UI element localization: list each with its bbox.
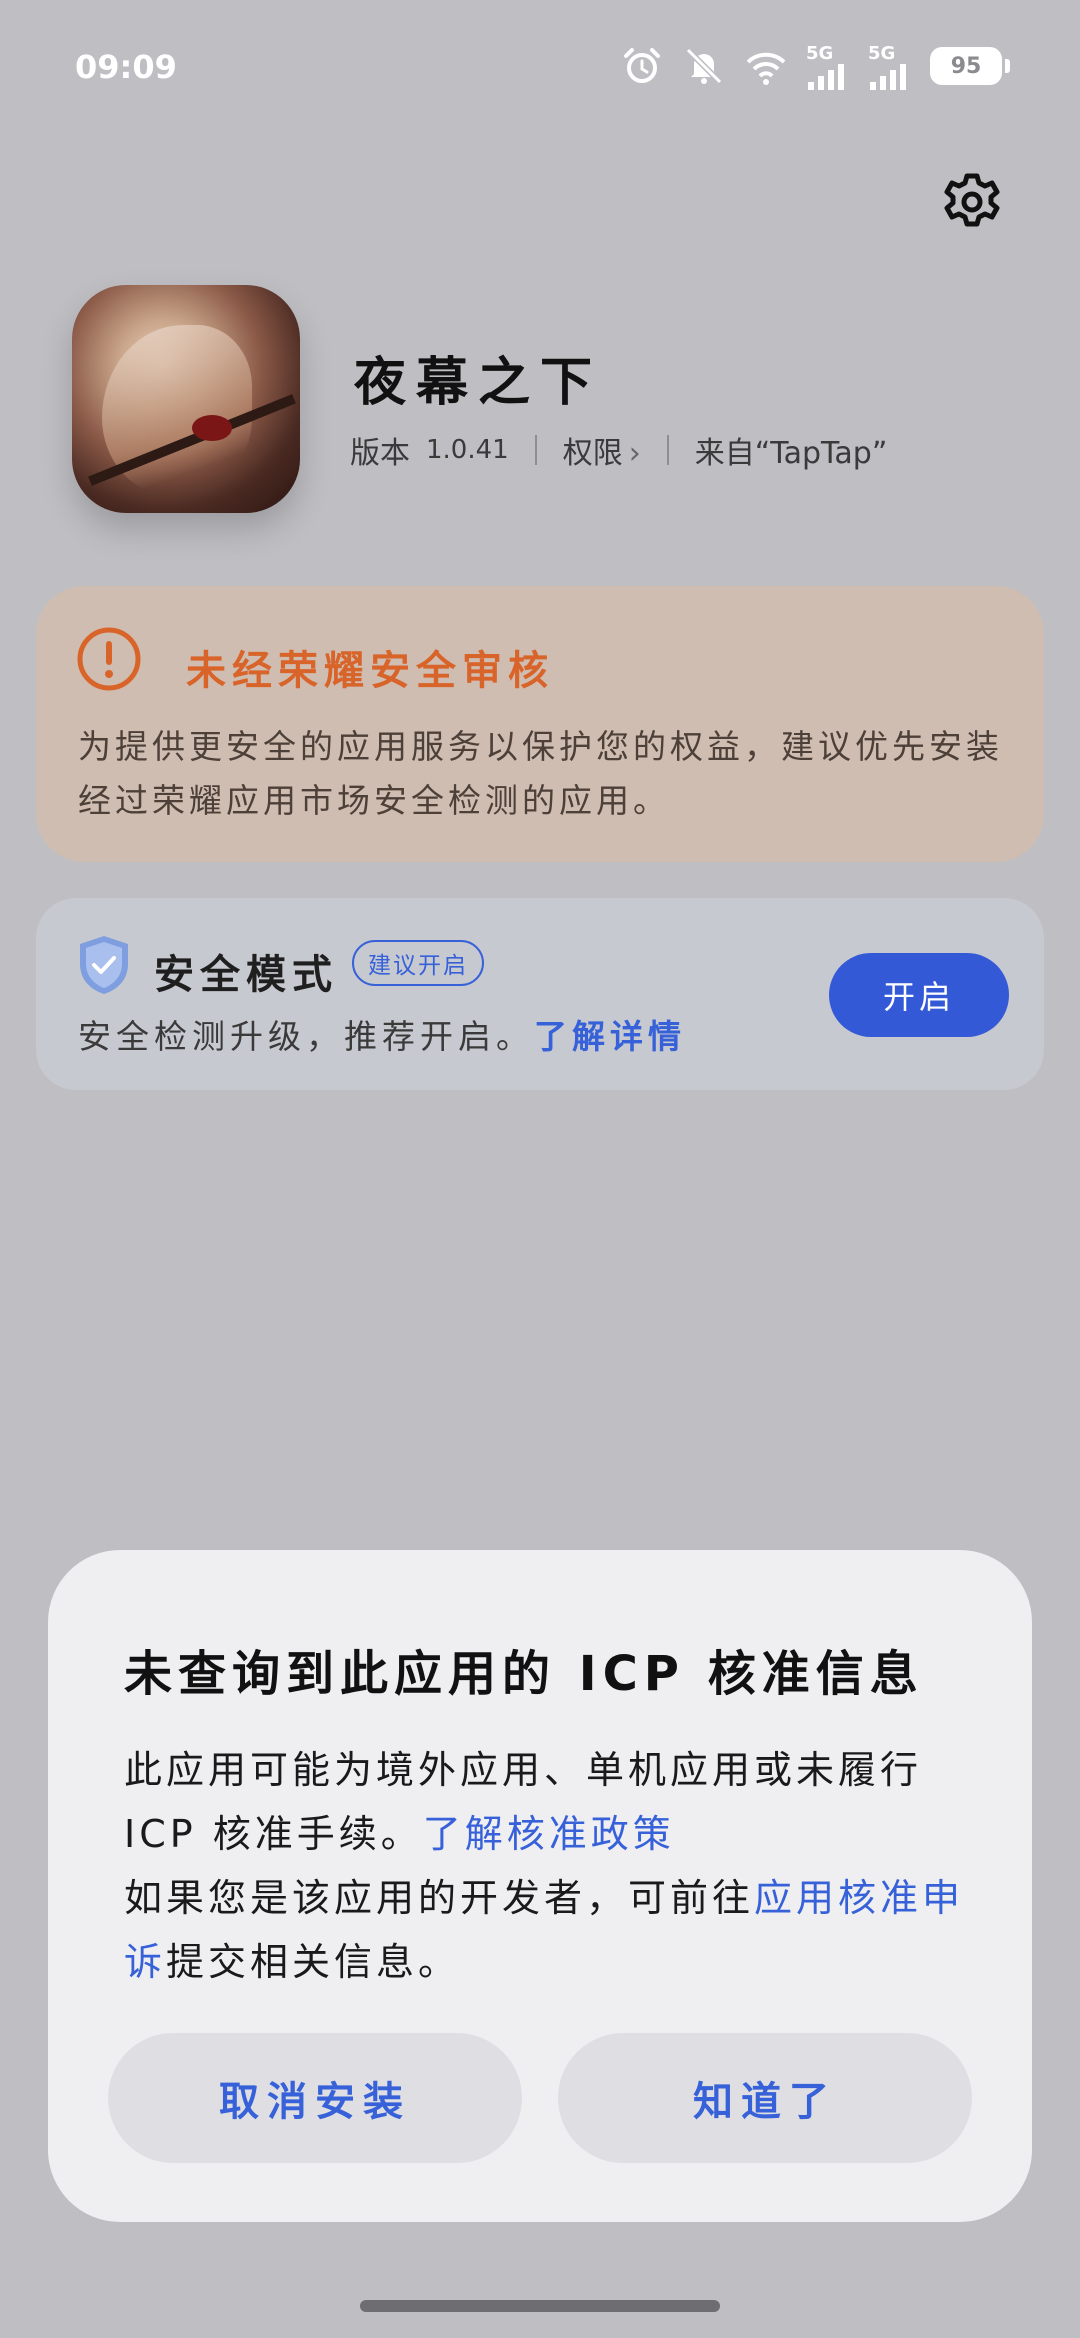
got-it-button[interactable]: 知道了: [558, 2033, 972, 2163]
icp-dialog: 未查询到此应用的 ICP 核准信息 此应用可能为境外应用、单机应用或未履行 IC…: [48, 1550, 1032, 2222]
network-type-label: 5G: [806, 42, 834, 64]
mute-bell-icon: [685, 47, 723, 85]
recommend-badge: 建议开启: [352, 940, 484, 986]
version-value: 1.0.41: [426, 435, 509, 465]
network-type-label: 5G: [868, 42, 896, 64]
security-warning-card: 未经荣耀安全审核 为提供更安全的应用服务以保护您的权益，建议优先安装经过荣耀应用…: [36, 586, 1044, 862]
signal-bars-icon: [808, 63, 844, 90]
chevron-right-icon: ›: [628, 436, 641, 471]
app-icon-art: [192, 415, 232, 441]
enable-safe-mode-button[interactable]: 开启: [829, 953, 1009, 1037]
app-source: 来自“TapTap”: [694, 436, 888, 471]
app-icon: [72, 285, 300, 513]
signal-1: 5G: [806, 43, 850, 90]
dialog-body: 此应用可能为境外应用、单机应用或未履行 ICP 核准手续。了解核准政策 如果您是…: [124, 1738, 984, 1994]
alarm-icon: [624, 48, 660, 83]
divider: [534, 435, 537, 465]
gear-icon[interactable]: [940, 170, 1004, 234]
divider: [666, 435, 669, 465]
safe-mode-title: 安全模式: [154, 952, 338, 998]
learn-more-link[interactable]: 了解详情: [534, 1017, 686, 1056]
warning-body: 为提供更安全的应用服务以保护您的权益，建议优先安装经过荣耀应用市场安全检测的应用…: [78, 727, 1003, 820]
status-bar: 09:09 5G 5G 95: [0, 0, 1080, 136]
home-indicator[interactable]: [360, 2300, 720, 2312]
signal-bars-icon: [870, 63, 906, 90]
battery-indicator: 95: [930, 47, 1010, 85]
app-name: 夜幕之下: [354, 353, 603, 413]
app-meta: 版本 1.0.41 权限 › 来自“TapTap”: [350, 428, 887, 472]
shield-check-icon: [80, 936, 128, 994]
wifi-icon: [746, 52, 786, 85]
permissions-label: 权限: [562, 436, 623, 471]
permissions-link[interactable]: 权限 ›: [563, 428, 641, 472]
dialog-title: 未查询到此应用的 ICP 核准信息: [124, 1646, 924, 1702]
safe-mode-card: 安全模式 建议开启 安全检测升级，推荐开启。了解详情 开启: [36, 898, 1044, 1090]
safe-mode-desc: 安全检测升级，推荐开启。了解详情: [78, 1010, 686, 1058]
status-time: 09:09: [75, 48, 177, 86]
dialog-body-text: 提交相关信息。: [166, 1940, 461, 1984]
dialog-body-text: 如果您是该应用的开发者，可前往: [124, 1876, 755, 1920]
status-icons: 5G 5G 95: [620, 43, 1010, 90]
safe-mode-desc-text: 安全检测升级，推荐开启。: [78, 1017, 534, 1056]
signal-2: 5G: [868, 43, 912, 90]
version-label: 版本: [350, 436, 410, 471]
warning-title: 未经荣耀安全审核: [186, 648, 554, 694]
exclamation-circle-icon: [77, 627, 141, 691]
cancel-install-button[interactable]: 取消安装: [108, 2033, 522, 2163]
icp-policy-link[interactable]: 了解核准政策: [423, 1812, 675, 1856]
